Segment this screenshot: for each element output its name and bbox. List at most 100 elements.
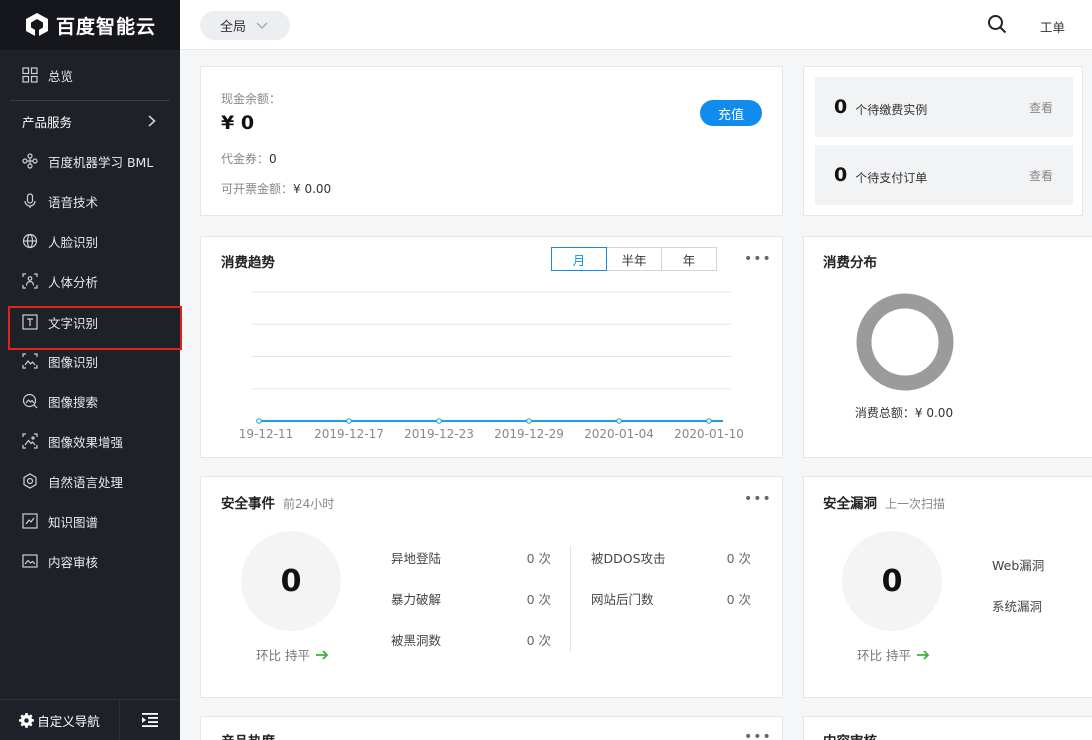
sidebar-item-label: 人脸识别 xyxy=(48,234,99,250)
invoice-value: ¥ 0.00 xyxy=(293,182,332,196)
arrow-right-icon xyxy=(315,649,329,660)
vulnerabilities-title: 安全漏洞 xyxy=(823,496,877,512)
baidu-cloud-logo-icon xyxy=(25,13,48,38)
sidebar-item-body[interactable]: 人体分析 xyxy=(0,261,180,301)
sidebar-item-knowledge-graph[interactable]: 知识图谱 xyxy=(0,501,180,541)
sidebar-item-label: 内容审核 xyxy=(48,554,99,570)
hexagon-icon xyxy=(21,472,39,490)
voucher-value: 0 xyxy=(269,152,277,166)
sidebar-item-label: 总览 xyxy=(48,68,74,84)
sidebar-item-overview[interactable]: 总览 xyxy=(0,55,180,95)
voucher-label: 代金券： xyxy=(221,152,270,166)
sidebar-item-nlp[interactable]: 自然语言处理 xyxy=(0,461,180,501)
text-box-icon xyxy=(21,313,39,331)
security-events-title: 安全事件 xyxy=(221,496,275,512)
sidebar-item-label: 图像效果增强 xyxy=(48,434,124,450)
sidebar-item-image-enhance[interactable]: 图像效果增强 xyxy=(0,421,180,461)
ratio-label: 环比 持平 xyxy=(256,648,310,663)
pending-instances-row: 0 个待缴费实例 查看 xyxy=(815,77,1073,137)
search-button[interactable] xyxy=(987,14,1007,38)
vulnerabilities-card: 安全漏洞 上一次扫描 0 环比 持平 Web漏洞 系统漏洞 xyxy=(803,476,1092,698)
product-heat-more-button[interactable]: ••• xyxy=(744,730,772,740)
data-point xyxy=(436,418,442,424)
invoice-label: 可开票金额： xyxy=(221,182,294,196)
sidebar-item-label: 自然语言处理 xyxy=(48,474,124,490)
collapse-sidebar-button[interactable] xyxy=(120,700,180,740)
image-enhance-icon xyxy=(21,432,39,450)
sidebar-item-label: 图像识别 xyxy=(48,354,99,370)
pending-orders-label: 个待支付订单 xyxy=(855,170,928,185)
distribution-total: 消费总额：¥ 0.00 xyxy=(854,406,954,420)
data-point xyxy=(256,418,262,424)
cash-balance-label: 现金余额： xyxy=(221,92,282,106)
sidebar: 百度智能云 总览 产品服务 百度机器学习 BML 语音技术 人脸识别 人体分析 … xyxy=(0,0,182,740)
product-heat-card: 产品热度 ••• xyxy=(200,716,783,740)
security-events-heading: 安全事件 前24小时 xyxy=(221,492,334,512)
consumption-distribution-card: 消费分布 消费总额：¥ 0.00 xyxy=(803,236,1092,458)
network-nodes-icon xyxy=(21,152,39,170)
invoice-row: 可开票金额：¥ 0.00 xyxy=(221,180,331,197)
view-pending-orders-link[interactable]: 查看 xyxy=(1029,167,1053,184)
event-value-backdoor: 0 次 xyxy=(726,592,751,607)
x-tick-label: 2020-01-10 xyxy=(674,427,744,441)
pending-orders-count: 0 xyxy=(834,164,848,186)
distribution-donut-chart xyxy=(856,293,954,391)
top-bar: 全局 工单 xyxy=(180,0,1092,50)
event-label-remote-login: 异地登陆 xyxy=(391,551,442,566)
x-tick-label: 2020-01-04 xyxy=(584,427,654,441)
data-point xyxy=(526,418,532,424)
content-review-card: 内容审核 xyxy=(803,716,1092,740)
view-pending-instances-link[interactable]: 查看 xyxy=(1029,99,1053,116)
ticket-link[interactable]: 工单 xyxy=(1040,17,1065,36)
security-events-card: 安全事件 前24小时 ••• 0 环比 持平 异地登陆 0 次 暴力破解 0 次 … xyxy=(200,476,783,698)
scope-selector[interactable]: 全局 xyxy=(200,11,290,40)
custom-nav-button[interactable]: 自定义导航 xyxy=(0,700,120,740)
vulnerabilities-heading: 安全漏洞 上一次扫描 xyxy=(823,492,945,512)
balance-card: 现金余额： ¥ 0 代金券：0 可开票金额：¥ 0.00 充值 xyxy=(200,66,783,216)
tab-month[interactable]: 月 xyxy=(551,247,607,271)
data-point xyxy=(346,418,352,424)
chevron-right-icon xyxy=(148,115,156,127)
vulnerability-ratio: 环比 持平 xyxy=(857,645,930,664)
events-divider xyxy=(570,546,571,652)
sidebar-item-label: 百度机器学习 BML xyxy=(48,154,154,170)
sidebar-item-image-search[interactable]: 图像搜索 xyxy=(0,381,180,421)
knowledge-graph-icon xyxy=(21,512,39,530)
sidebar-item-speech[interactable]: 语音技术 xyxy=(0,181,180,221)
search-icon xyxy=(988,15,1007,34)
sidebar-item-ocr[interactable]: 文字识别 xyxy=(0,308,180,336)
vuln-system-label: 系统漏洞 xyxy=(992,599,1043,614)
x-tick-label: 19-12-11 xyxy=(239,427,293,441)
pending-orders-row: 0 个待支付订单 查看 xyxy=(815,145,1073,205)
distribution-title: 消费分布 xyxy=(823,255,877,271)
x-tick-label: 2019-12-17 xyxy=(314,427,384,441)
event-value-brute-force: 0 次 xyxy=(526,592,551,607)
chevron-down-icon xyxy=(256,21,268,29)
brand-logo[interactable]: 百度智能云 xyxy=(0,0,180,50)
globe-icon xyxy=(21,232,39,250)
content-review-title: 内容审核 xyxy=(823,730,877,740)
vuln-web-label: Web漏洞 xyxy=(992,558,1045,573)
voucher-row: 代金券：0 xyxy=(221,150,277,167)
sidebar-item-image-recognition[interactable]: 图像识别 xyxy=(0,341,180,381)
brand-name: 百度智能云 xyxy=(55,15,156,38)
sidebar-item-label: 人体分析 xyxy=(48,274,99,290)
product-heat-title: 产品热度 xyxy=(221,730,275,740)
sidebar-item-content-review[interactable]: 内容审核 xyxy=(0,541,180,581)
security-more-button[interactable]: ••• xyxy=(744,492,772,506)
section-label: 产品服务 xyxy=(22,114,73,130)
sidebar-footer: 自定义导航 xyxy=(0,699,180,740)
sidebar-item-label: 知识图谱 xyxy=(48,514,99,530)
sidebar-item-label: 文字识别 xyxy=(48,315,99,331)
event-value-blackhole: 0 次 xyxy=(526,633,551,648)
product-services-menu[interactable]: 产品服务 xyxy=(0,101,180,141)
sidebar-item-bml[interactable]: 百度机器学习 BML xyxy=(0,141,180,181)
trend-line-chart: 19-12-11 2019-12-17 2019-12-23 2019-12-29 20… xyxy=(239,291,744,441)
image-scan-icon xyxy=(21,352,39,370)
data-point xyxy=(616,418,622,424)
recharge-button[interactable]: 充值 xyxy=(700,100,762,126)
security-events-subtitle: 前24小时 xyxy=(283,497,335,511)
sidebar-item-face[interactable]: 人脸识别 xyxy=(0,221,180,261)
ratio-label: 环比 持平 xyxy=(857,648,911,663)
x-tick-label: 2019-12-23 xyxy=(404,427,474,441)
